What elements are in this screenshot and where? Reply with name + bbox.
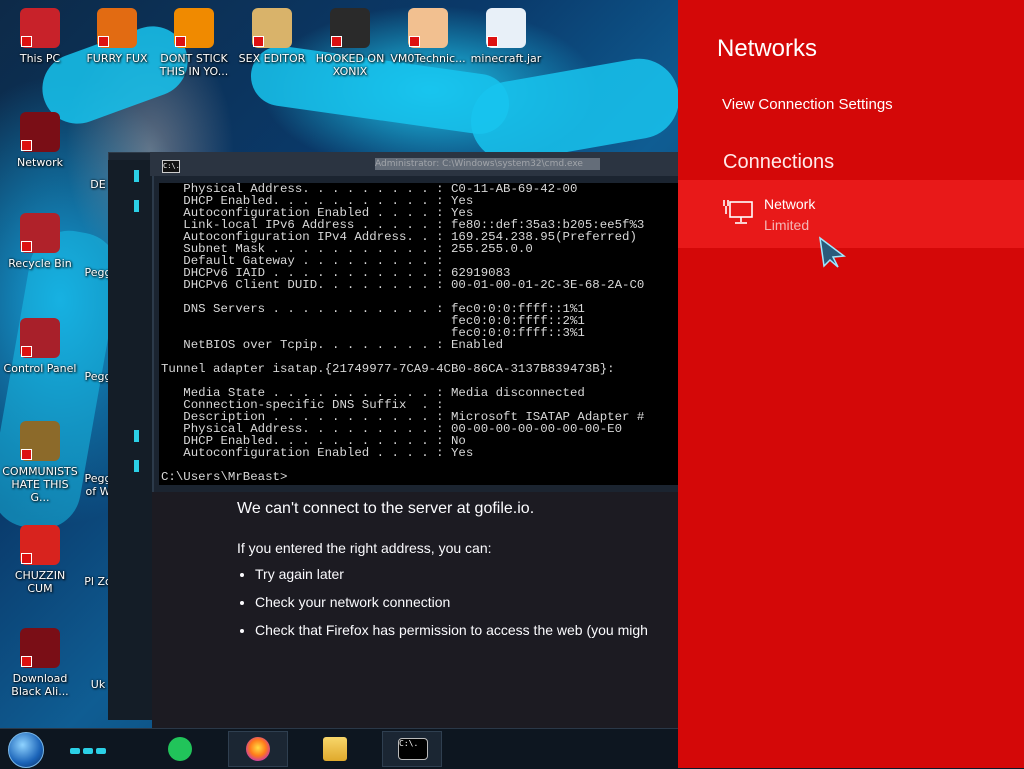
desktop-icon[interactable]: Network (1, 112, 79, 169)
shortcut-arrow-icon (409, 36, 420, 47)
app-icon (20, 213, 60, 253)
desktop-icon[interactable]: minecraft.jar (467, 8, 545, 65)
app-icon (486, 8, 526, 48)
shortcut-arrow-icon (331, 36, 342, 47)
desktop-icon-label: This PC (19, 52, 61, 65)
shortcut-arrow-icon (21, 656, 32, 667)
app-icon (20, 525, 60, 565)
desktop-icon[interactable]: Download Black Ali... (1, 628, 79, 698)
start-button[interactable] (8, 732, 44, 768)
folder-icon (323, 737, 347, 761)
shortcut-arrow-icon (21, 449, 32, 460)
desktop-icon-label: Network (17, 156, 63, 169)
shortcut-arrow-icon (98, 36, 109, 47)
network-name: Network (764, 196, 816, 212)
shortcut-arrow-icon (253, 36, 264, 47)
shortcut-arrow-icon (21, 553, 32, 564)
suggestion-item: Try again later (255, 566, 715, 594)
desktop-icon[interactable]: VM0Technic... (389, 8, 467, 65)
error-subheading: If you entered the right address, you ca… (237, 540, 492, 556)
shortcut-arrow-icon (21, 346, 32, 357)
frame-accent (134, 460, 139, 472)
app-icon (174, 8, 214, 48)
view-connection-settings-link[interactable]: View Connection Settings (722, 96, 893, 113)
app-icon (97, 8, 137, 48)
desktop-icon-label: Recycle Bin (8, 257, 72, 270)
desktop-icon[interactable]: Recycle Bin (1, 213, 79, 270)
desktop-icon[interactable]: This PC (1, 8, 79, 65)
shortcut-arrow-icon (21, 36, 32, 47)
firefox-icon (246, 737, 270, 761)
desktop-icon[interactable]: DONT STICK THIS IN YO... (155, 8, 233, 78)
connections-heading: Connections (723, 151, 835, 173)
desktop-icon[interactable]: FURRY FUX (78, 8, 156, 65)
desktop-icon-label: minecraft.jar (470, 52, 542, 65)
desktop-icon[interactable]: Control Panel (1, 318, 79, 375)
app-icon (20, 8, 60, 48)
desktop-icon[interactable]: HOOKED ON XONIX (311, 8, 389, 78)
app-icon (20, 628, 60, 668)
desktop-icon[interactable]: CHUZZIN CUM (1, 525, 79, 595)
frame-accent (134, 170, 139, 182)
flyout-title: Networks (717, 35, 818, 62)
shortcut-arrow-icon (175, 36, 186, 47)
app-icon (20, 318, 60, 358)
taskbar-firefox-button[interactable] (228, 731, 288, 767)
app-icon (330, 8, 370, 48)
cmd-title: Administrator: C:\Windows\system32\cmd.e… (375, 158, 600, 170)
cmd-icon: C:\. (162, 160, 180, 173)
desktop-icon[interactable]: SEX EDITOR (233, 8, 311, 65)
app-icon (20, 112, 60, 152)
window-frame-left (108, 160, 154, 720)
taskbar-accent (70, 739, 120, 754)
network-status: Limited (764, 217, 810, 233)
mouse-cursor-icon (819, 236, 847, 268)
suggestion-item: Check your network connection (255, 594, 715, 622)
desktop-icon-label: VM0Technic... (390, 52, 466, 65)
desktop-icon-label: Control Panel (3, 362, 77, 375)
networks-flyout: Networks View Connection Settings Connec… (678, 0, 1024, 768)
frame-accent (134, 200, 139, 212)
network-item[interactable]: Network Limited (678, 180, 1024, 248)
app-icon (20, 421, 60, 461)
console-output: Physical Address. . . . . . . . . : C0-1… (161, 183, 645, 484)
shortcut-arrow-icon (21, 140, 32, 151)
desktop-icon-label: COMMUNISTS HATE THIS G... (2, 465, 78, 504)
wallpaper-streak (464, 52, 686, 168)
app-icon (252, 8, 292, 48)
suggestion-item: Check that Firefox has permission to acc… (255, 622, 715, 650)
taskbar-cmd-button[interactable]: C:\. (382, 731, 442, 767)
notes-icon (168, 737, 192, 761)
wired-network-icon (723, 200, 753, 224)
app-icon (408, 8, 448, 48)
desktop-icon-label: HOOKED ON XONIX (315, 52, 385, 78)
desktop-icon-label: FURRY FUX (86, 52, 148, 65)
cmd-taskbar-icon: C:\. (398, 738, 428, 760)
cmd-console[interactable]: Physical Address. . . . . . . . . : C0-1… (159, 183, 678, 485)
desktop-icon-label: SEX EDITOR (238, 52, 306, 65)
firefox-error-page: We can't connect to the server at gofile… (152, 492, 678, 728)
desktop-icon-label: CHUZZIN CUM (14, 569, 66, 595)
desktop-icon-label: Download Black Ali... (11, 672, 69, 698)
taskbar-notes-button[interactable] (150, 731, 210, 767)
shortcut-arrow-icon (21, 241, 32, 252)
frame-accent (134, 430, 139, 442)
error-suggestions: Try again later Check your network conne… (237, 566, 715, 650)
taskbar-explorer-button[interactable] (305, 731, 365, 767)
desktop-icon-label: DONT STICK THIS IN YO... (159, 52, 229, 78)
cmd-titlebar[interactable]: Administrator: C:\Windows\system32\cmd.e… (150, 152, 678, 176)
shortcut-arrow-icon (487, 36, 498, 47)
desktop-icon[interactable]: COMMUNISTS HATE THIS G... (1, 421, 79, 504)
error-heading: We can't connect to the server at gofile… (237, 500, 535, 517)
